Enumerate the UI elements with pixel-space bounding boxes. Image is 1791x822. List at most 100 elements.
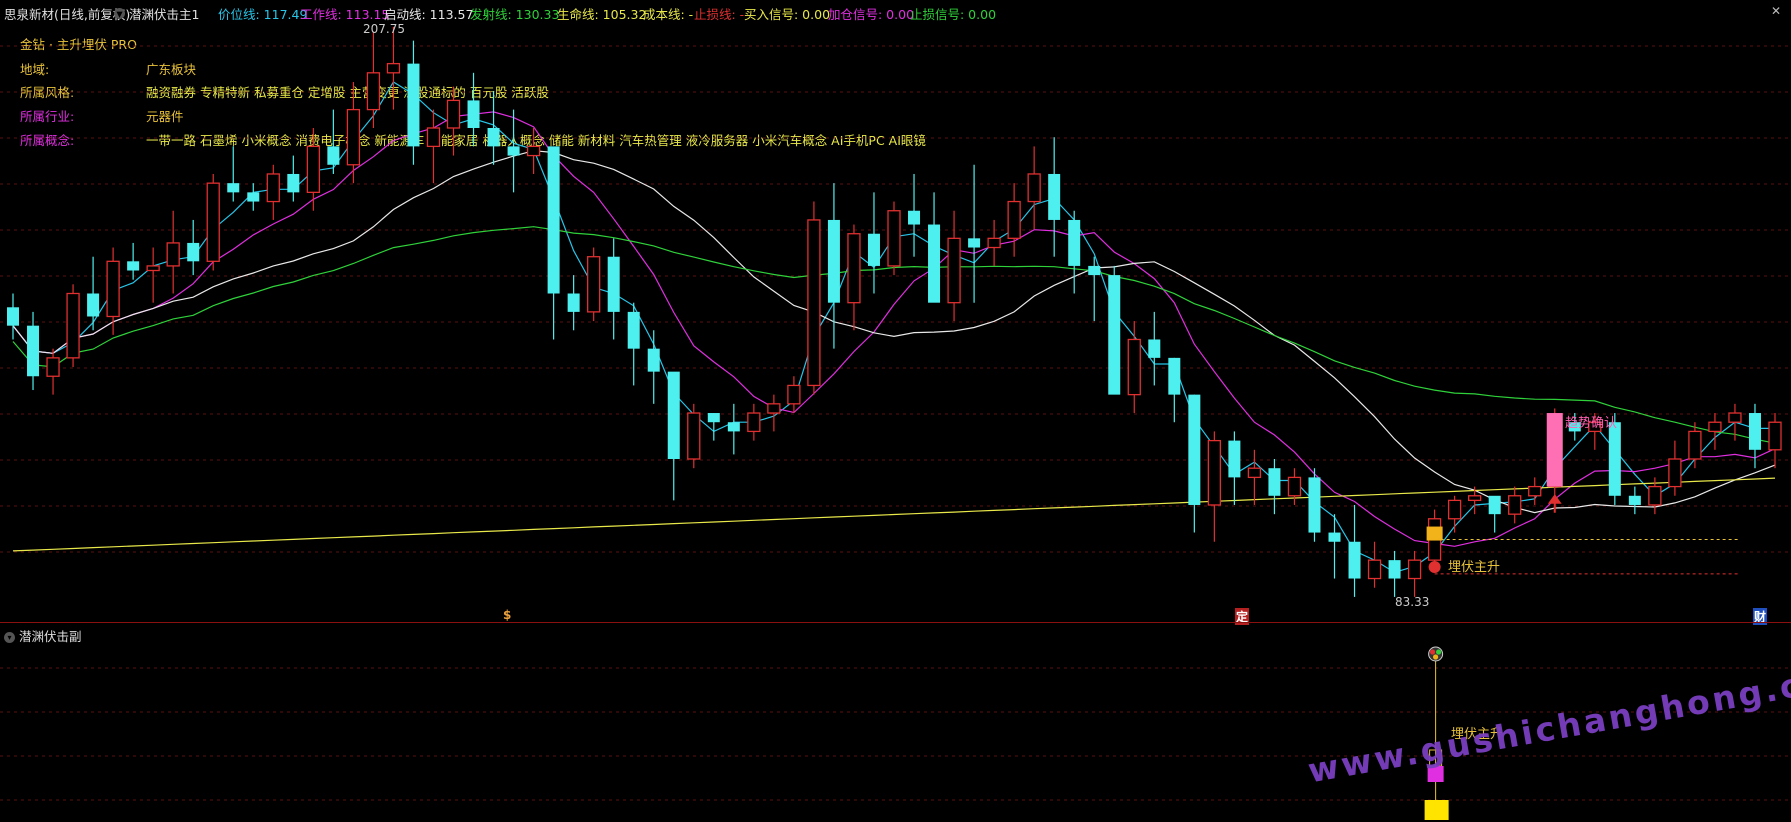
candle-body (206, 182, 220, 262)
flower-petal (1433, 654, 1439, 660)
chevron-down-icon[interactable]: ▾ (4, 632, 15, 643)
candle-body (887, 210, 901, 267)
candle-body (707, 413, 720, 423)
candle-body (1508, 495, 1522, 515)
low-price-label: 83.33 (1395, 595, 1430, 609)
candle-body (767, 403, 781, 414)
candle-body (847, 233, 861, 304)
candles (7, 26, 1782, 597)
candle-body (1528, 485, 1542, 497)
candle-body (266, 173, 280, 203)
candle-body (1367, 559, 1382, 580)
candle-body (1048, 173, 1061, 220)
candle-body (807, 219, 821, 387)
flower-petal (1436, 649, 1442, 655)
candle-body (1447, 499, 1462, 520)
candle-body (526, 145, 541, 157)
candle-body (827, 219, 840, 303)
candle-body (747, 412, 761, 433)
candle-body (1168, 357, 1181, 395)
sub-panel-title[interactable]: ▾ 潜渊伏击副 (4, 626, 82, 645)
candle-body (386, 62, 401, 74)
candle-body (1328, 532, 1341, 542)
candle-body (607, 256, 620, 312)
up-arrow-icon (1547, 494, 1562, 513)
candle-body (587, 256, 601, 313)
candle-body (1228, 440, 1241, 478)
candle-body (1628, 495, 1641, 505)
candle-body (366, 72, 381, 111)
candle-body (787, 384, 801, 405)
candle-body (306, 145, 320, 194)
candle-body (1108, 275, 1121, 395)
sub-signal-yellow (1424, 800, 1449, 820)
candle-body (507, 146, 520, 156)
candle-body (1488, 495, 1501, 515)
candle-body (727, 422, 740, 432)
candle-body (487, 127, 500, 147)
candle-body (407, 63, 420, 147)
candle-body (1148, 339, 1161, 358)
buy-signal-square (1426, 526, 1443, 541)
candle-body (187, 242, 200, 262)
candle-body (928, 224, 941, 303)
candle-body (446, 99, 461, 129)
candle-body (1207, 439, 1222, 506)
candlestick-chart[interactable] (0, 0, 1791, 822)
candle-body (106, 260, 120, 318)
candle-body (1188, 394, 1201, 505)
candle-body (1608, 422, 1621, 496)
candle-body (1407, 559, 1422, 580)
candle-body (1287, 476, 1302, 497)
candle-body (1268, 468, 1281, 496)
candle-body (227, 183, 240, 193)
candle-body (547, 146, 560, 294)
candle-body (327, 146, 340, 165)
candle-body (1388, 560, 1401, 579)
grid-lines (0, 45, 1791, 801)
candle-body (1688, 430, 1702, 460)
candle-body (46, 357, 60, 377)
candle-body (287, 173, 300, 193)
candle-body (1308, 477, 1321, 533)
ambush-main-label: 埋伏主升 (1448, 560, 1501, 575)
panel-divider[interactable] (0, 622, 1791, 623)
candle-body (467, 100, 480, 128)
candle-body (647, 348, 660, 372)
candle-body (947, 237, 961, 304)
candle-body (247, 192, 260, 202)
ambush-dot (1428, 561, 1441, 574)
candle-body (66, 292, 80, 359)
candle-body (867, 233, 880, 266)
candle-body (346, 108, 361, 166)
candle-body (968, 238, 981, 248)
trend-confirm-bar (1546, 413, 1563, 487)
candle-body (908, 210, 921, 225)
candle-body (166, 242, 180, 267)
candle-body (1768, 421, 1782, 451)
candle-body (127, 261, 140, 271)
candle-body (426, 127, 441, 148)
candle-body (1668, 458, 1682, 488)
candle-body (87, 293, 100, 317)
candle-body (1088, 265, 1101, 276)
candle-body (1027, 173, 1041, 203)
candle-body (567, 293, 580, 312)
trend-confirm-label: 趋势确认 (1565, 416, 1618, 431)
candle-body (627, 311, 640, 349)
candle-body (1007, 200, 1021, 239)
candle-body (146, 265, 160, 272)
flower-petal (1430, 649, 1436, 655)
candle-body (987, 237, 1001, 249)
dollar-marker[interactable]: $ (503, 608, 511, 622)
candle-body (1648, 485, 1662, 506)
candle-body (7, 307, 19, 326)
candle-body (1468, 495, 1482, 502)
candle-body (27, 325, 40, 377)
candle-body (1247, 467, 1262, 479)
candle-body (1708, 421, 1722, 433)
candle-body (1127, 338, 1141, 396)
candle-body (1348, 541, 1361, 579)
candle-body (687, 412, 701, 460)
candle-body (1728, 412, 1742, 423)
